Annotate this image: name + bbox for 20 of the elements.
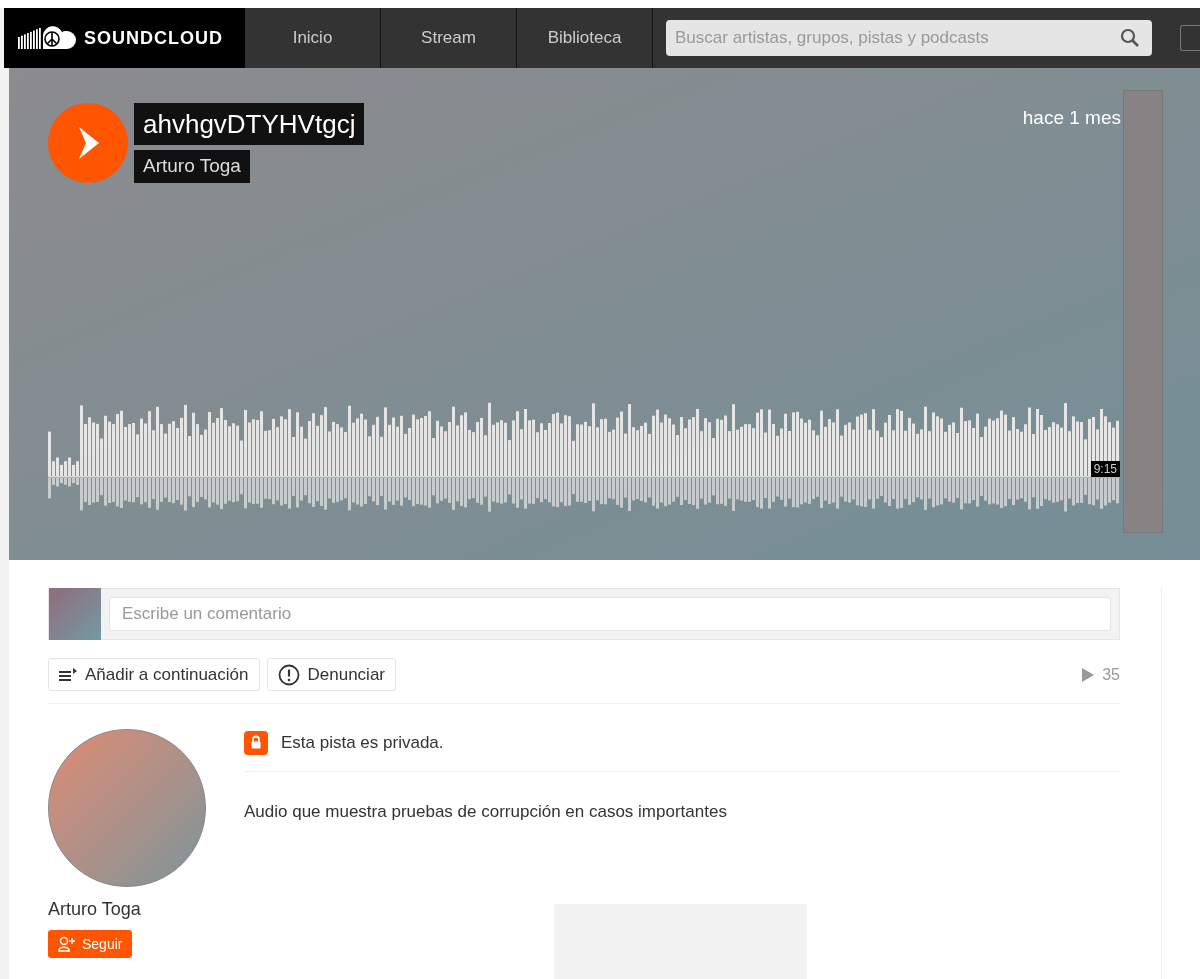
queue-button[interactable]: Añadir a continuación [48,658,260,691]
play-count: 35 [1102,664,1120,685]
comment-field[interactable]: Escribe un comentario [109,597,1111,631]
play-count-icon [1082,667,1095,682]
privacy-notice: Esta pista es privada. [281,732,444,754]
waveform-drawing[interactable] [48,400,1120,512]
add-user-icon [58,936,76,952]
uploader-name[interactable]: Arturo Toga [48,896,141,923]
artist-name[interactable]: Arturo Toga [134,150,250,183]
duration-label: 9:15 [1090,461,1120,477]
track-description: Audio que muestra pruebas de corrupción en casos importantes [244,800,728,823]
search-icon[interactable] [1120,28,1140,48]
alert-icon [277,663,300,686]
track-title: ahvhgvDTYHVtgcj [134,103,365,145]
posted-time: hace 1 mes [1022,106,1121,130]
header-button[interactable] [1180,25,1200,51]
search-field[interactable]: Buscar artistas, grupos, pistas y podcasts [666,20,1152,56]
queue-icon [59,667,77,682]
report-button[interactable]: Denunciar [266,658,396,691]
user-avatar [49,588,101,640]
